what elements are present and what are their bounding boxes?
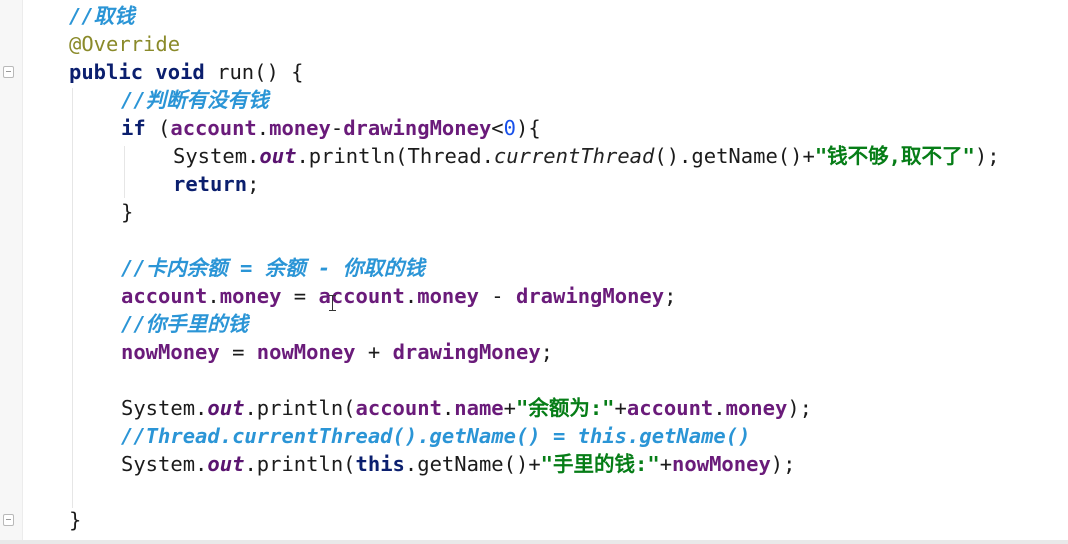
comment: //取钱 xyxy=(69,4,135,28)
code-text: .println( xyxy=(244,452,356,476)
code-text: ().getName()+ xyxy=(654,144,815,168)
editor-gutter xyxy=(0,0,23,544)
identifier: name xyxy=(454,396,504,420)
code-line: //判断有没有钱 xyxy=(121,86,269,114)
code-text: = xyxy=(219,340,257,364)
identifier: money xyxy=(417,284,479,308)
code-text: } xyxy=(121,200,134,224)
identifier: money xyxy=(219,284,282,308)
keyword: void xyxy=(155,60,205,84)
static-field: out xyxy=(207,452,245,476)
code-text: ); xyxy=(770,452,796,476)
code-line: System.out.println(this.getName()+"手里的钱:… xyxy=(121,450,795,478)
fold-toggle-icon[interactable] xyxy=(3,66,14,78)
code-line: //卡内余额 = 余额 - 你取的钱 xyxy=(121,254,425,282)
code-text: - xyxy=(330,116,344,140)
annotation: @Override xyxy=(69,32,181,56)
code-text: ); xyxy=(787,396,813,420)
identifier: money xyxy=(725,396,788,420)
indent-guide xyxy=(72,88,73,508)
code-text: ); xyxy=(974,144,1000,168)
code-text: . xyxy=(713,396,726,420)
code-text: ( xyxy=(145,116,171,140)
code-text: ; xyxy=(664,284,677,308)
code-text: .println(Thread. xyxy=(296,144,494,168)
code-text: = xyxy=(281,284,319,308)
code-line: return; xyxy=(173,170,259,198)
code-text: + xyxy=(614,396,627,420)
string-literal: "手里的钱:" xyxy=(540,452,660,476)
code-text: System. xyxy=(173,144,260,168)
identifier: nowMoney xyxy=(256,340,356,364)
keyword: if xyxy=(121,116,146,140)
code-line: System.out.println(account.name+"余额为:"+a… xyxy=(121,394,812,422)
static-field: out xyxy=(259,144,297,168)
code-line: //Thread.currentThread().getName() = thi… xyxy=(121,422,750,450)
code-text: . xyxy=(256,116,270,140)
code-text: < xyxy=(491,116,504,140)
code-line: System.out.println(Thread.currentThread(… xyxy=(173,142,1000,170)
code-line: //取钱 xyxy=(69,2,135,30)
code-text: - xyxy=(478,284,516,308)
identifier: account xyxy=(170,116,257,140)
identifier: drawingMoney xyxy=(343,116,492,140)
code-line: //你手里的钱 xyxy=(121,310,248,338)
number-literal: 0 xyxy=(503,116,516,140)
code-line: public void run() { xyxy=(69,58,304,86)
comment: //卡内余额 = 余额 - 你取的钱 xyxy=(121,256,425,280)
keyword: return xyxy=(173,172,248,196)
code-line: } xyxy=(69,506,81,534)
horizontal-scrollbar[interactable] xyxy=(0,540,1068,544)
comment: //Thread.currentThread().getName() = thi… xyxy=(121,424,751,448)
keyword: this xyxy=(355,452,405,476)
string-literal: "余额为:" xyxy=(516,396,615,420)
method-signature: run() { xyxy=(204,60,304,84)
code-editor[interactable]: //取钱 @Override public void run() { //判断有… xyxy=(0,0,1068,544)
code-text: . xyxy=(441,396,455,420)
identifier: nowMoney xyxy=(672,452,771,476)
static-method: currentThread xyxy=(493,144,655,168)
code-text: + xyxy=(355,340,393,364)
identifier: nowMoney xyxy=(121,340,220,364)
comment: //你手里的钱 xyxy=(121,312,249,336)
code-text: + xyxy=(659,452,673,476)
code-line: if (account.money-drawingMoney<0){ xyxy=(121,114,541,142)
indent-guide xyxy=(124,146,125,198)
code-text: } xyxy=(69,508,82,532)
string-literal: "钱不够,取不了" xyxy=(814,144,975,168)
identifier: account xyxy=(355,396,442,420)
code-text: ; xyxy=(247,172,260,196)
code-text: + xyxy=(503,396,516,420)
code-line: } xyxy=(121,198,133,226)
identifier: drawingMoney xyxy=(516,284,665,308)
code-line: nowMoney = nowMoney + drawingMoney; xyxy=(121,338,553,366)
code-text: System. xyxy=(121,396,208,420)
identifier: account xyxy=(626,396,714,420)
identifier: drawingMoney xyxy=(392,340,541,364)
identifier: account xyxy=(121,284,208,308)
code-text: ; xyxy=(540,340,554,364)
code-line: @Override xyxy=(69,30,180,58)
code-text: . xyxy=(207,284,220,308)
identifier: money xyxy=(269,116,331,140)
keyword: public xyxy=(69,60,144,84)
code-line: account.money = account.money - drawingM… xyxy=(121,282,676,310)
static-field: out xyxy=(207,396,245,420)
code-text: . xyxy=(404,284,418,308)
fold-toggle-icon[interactable] xyxy=(3,514,14,526)
text-cursor-icon xyxy=(329,295,337,311)
code-text: ){ xyxy=(515,116,541,140)
code-text: .getName()+ xyxy=(404,452,541,476)
code-text: System. xyxy=(121,452,208,476)
comment: //判断有没有钱 xyxy=(121,88,269,112)
code-text: .println( xyxy=(244,396,356,420)
